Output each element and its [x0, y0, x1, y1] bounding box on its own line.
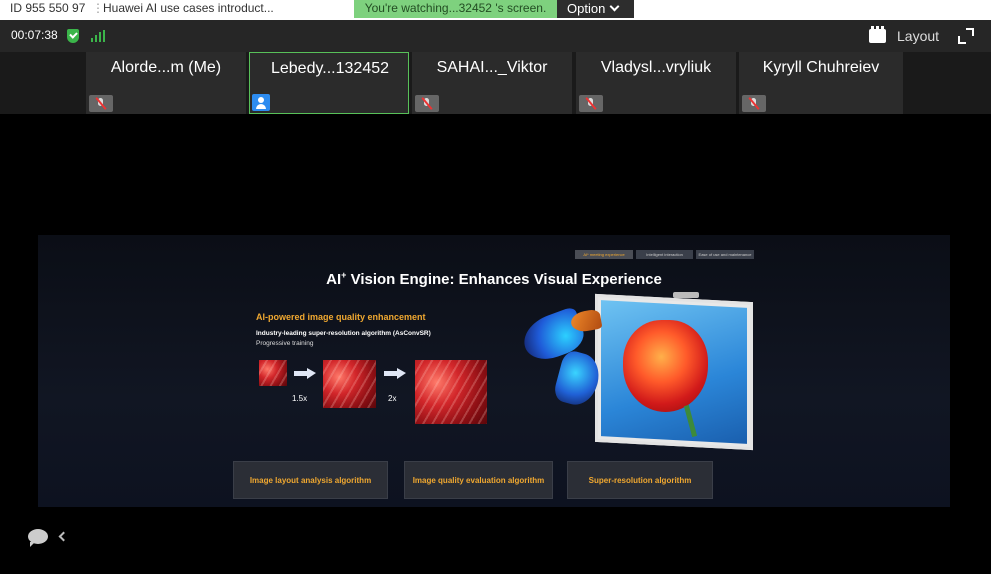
participant-tile[interactable]: SAHAI..._Viktor: [412, 52, 572, 114]
chat-icon[interactable]: [28, 529, 48, 547]
watching-banner: You're watching...32452 's screen.: [354, 0, 557, 18]
title-bar: ID 955 550 97 ⋮ Huawei AI use cases intr…: [0, 0, 991, 20]
sample-image-medium: [323, 360, 376, 408]
mic-muted-icon: [415, 95, 439, 112]
meeting-timer: 00:07:38: [11, 28, 58, 42]
feature-subheading: Industry-leading super-resolution algori…: [256, 330, 431, 337]
participant-tile[interactable]: Vladysl...vryliuk: [576, 52, 736, 114]
shared-screen[interactable]: AI* meeting experience Intelligent inter…: [0, 114, 991, 574]
presentation-slide: AI* meeting experience Intelligent inter…: [38, 235, 950, 507]
meeting-title: Huawei AI use cases introduct...: [103, 1, 274, 15]
arrow-right-icon: [384, 368, 406, 379]
tulip-illustration: [623, 320, 708, 412]
option-label: Option: [567, 1, 606, 16]
user-avatar-icon: [252, 94, 270, 111]
participant-name: Kyryll Chuhreiev: [762, 59, 880, 76]
scale-label: 2x: [388, 394, 397, 403]
participant-tile-active[interactable]: Lebedy...132452: [249, 52, 409, 114]
participant-name: Vladysl...vryliuk: [600, 59, 712, 76]
mic-muted-icon: [89, 95, 113, 112]
security-shield-icon[interactable]: [67, 29, 79, 43]
signal-strength-icon[interactable]: [91, 30, 107, 42]
sample-image-small: [259, 360, 287, 386]
meeting-id: ID 955 550 97: [10, 1, 86, 15]
algorithm-box: Image layout analysis algorithm: [233, 461, 388, 499]
slide-tab: AI* meeting experience: [575, 250, 633, 259]
arrow-right-icon: [294, 368, 316, 379]
option-button[interactable]: Option: [557, 0, 634, 18]
algorithm-box: Super-resolution algorithm: [567, 461, 713, 499]
chevron-down-icon: [609, 1, 620, 12]
participant-name: SAHAI..._Viktor: [436, 59, 548, 76]
scale-label: 1.5x: [292, 394, 308, 403]
participant-tile[interactable]: Alorde...m (Me): [86, 52, 246, 114]
slide-title: AI+ Vision Engine: Enhances Visual Exper…: [326, 270, 662, 288]
mic-muted-icon: [579, 95, 603, 112]
sample-image-large: [415, 360, 487, 424]
camera-icon: [673, 292, 699, 298]
layout-icon[interactable]: [869, 26, 886, 43]
participant-tile[interactable]: Kyryll Chuhreiev: [739, 52, 903, 114]
participants-strip: Alorde...m (Me) Lebedy...132452 SAHAI...…: [0, 52, 991, 114]
mic-muted-icon: [742, 95, 766, 112]
participant-name: Alorde...m (Me): [110, 59, 222, 76]
meeting-toolbar: 00:07:38 Layout: [0, 20, 991, 52]
slide-tab: Ease of use and maintenance: [696, 250, 754, 259]
feature-note: Progressive training: [256, 340, 314, 347]
layout-button[interactable]: Layout: [897, 28, 939, 44]
slide-tab: Intelligent interaction: [636, 250, 693, 259]
participant-name: Lebedy...132452: [270, 60, 390, 77]
feature-heading: AI-powered image quality enhancement: [256, 312, 426, 322]
fullscreen-icon[interactable]: [958, 28, 974, 44]
algorithm-box: Image quality evaluation algorithm: [404, 461, 553, 499]
